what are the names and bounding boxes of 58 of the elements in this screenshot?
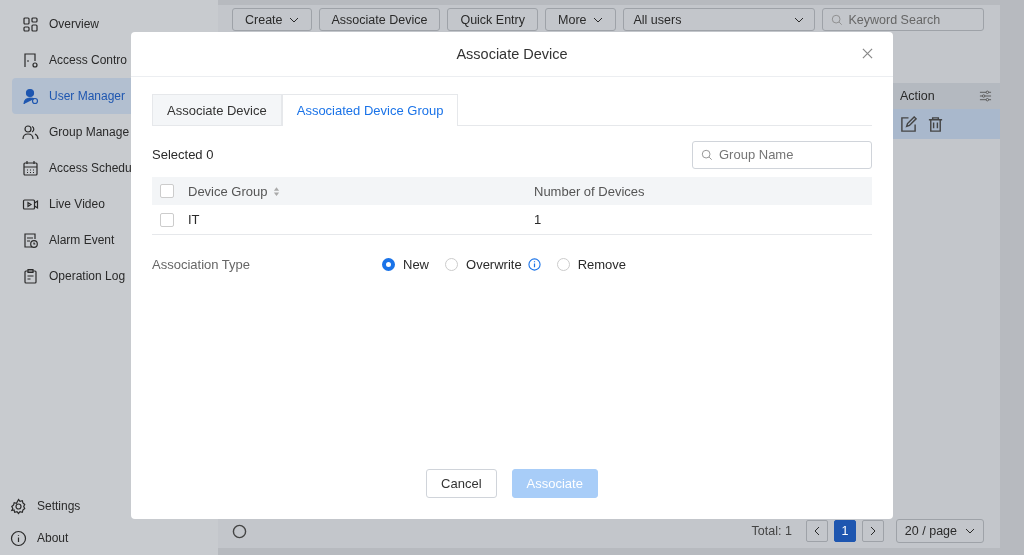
users-icon (22, 123, 39, 141)
info-icon[interactable] (527, 258, 541, 271)
previous-page-button[interactable] (805, 520, 828, 542)
caret-icon (592, 16, 603, 23)
toolbar-button[interactable]: More (545, 8, 616, 31)
table-row[interactable]: IT 1 (152, 205, 872, 235)
toolbar-button[interactable]: Create (232, 8, 312, 31)
sort-icon[interactable] (273, 185, 281, 197)
chevron-left-icon (813, 526, 820, 536)
column-settings-icon[interactable] (979, 90, 992, 102)
clock-icon (22, 231, 39, 249)
table-cell: IT (188, 212, 200, 227)
caret-icon (793, 16, 804, 23)
selected-count: Selected 0 (152, 147, 214, 162)
checkbox[interactable] (160, 212, 174, 227)
sidebar-item[interactable]: Access Contro (12, 42, 218, 78)
caret-icon (288, 16, 299, 23)
search-icon (830, 13, 843, 26)
caret-icon (965, 528, 975, 534)
sidebar-item[interactable]: Settings (0, 490, 218, 522)
page-size-dropdown[interactable]: 20 / page (895, 519, 984, 543)
radio-label: Remove (577, 257, 627, 272)
table-cell: 1 (534, 212, 542, 227)
dialog-title: Associate Device (456, 46, 568, 62)
delete-icon[interactable] (927, 115, 944, 133)
radio-label: New (403, 257, 429, 272)
user-filter-dropdown[interactable]: All users (622, 8, 815, 31)
settings-icon (10, 497, 27, 515)
chevron-right-icon (869, 526, 876, 536)
tab[interactable]: Associated Device Group (281, 94, 459, 126)
toolbar-button[interactable]: Quick Entry (447, 8, 538, 31)
total-count: Total: 1 (751, 524, 792, 538)
grid-icon (22, 15, 39, 33)
cancel-button[interactable]: Cancel (426, 469, 497, 498)
checkbox[interactable] (160, 184, 174, 198)
calendar-icon (22, 159, 39, 177)
column-header: Device Group (188, 183, 268, 199)
close-icon[interactable] (862, 48, 873, 59)
edit-icon[interactable] (900, 115, 917, 133)
radio-button[interactable] (382, 258, 395, 271)
info-icon (10, 529, 27, 547)
door-icon (22, 51, 39, 69)
tab[interactable]: Associate Device (152, 94, 282, 125)
page-button[interactable]: 1 (833, 520, 856, 542)
column-header: Number of Devices (534, 183, 645, 199)
column-header: Action (900, 89, 935, 103)
sidebar-item[interactable]: Overview (12, 6, 218, 42)
search-icon (701, 148, 713, 161)
toolbar-button[interactable]: Associate Device (318, 8, 441, 31)
field-label: Association Type (152, 257, 252, 272)
user-icon (22, 87, 39, 105)
next-page-button[interactable] (861, 520, 884, 542)
search-field[interactable]: Group Name (692, 140, 872, 169)
radio-label: Overwrite (466, 257, 522, 272)
sidebar-item[interactable]: About (0, 522, 218, 554)
refresh-icon[interactable] (232, 523, 247, 539)
clipboard-icon (22, 267, 39, 285)
search-field[interactable]: Keyword Search (821, 8, 984, 31)
